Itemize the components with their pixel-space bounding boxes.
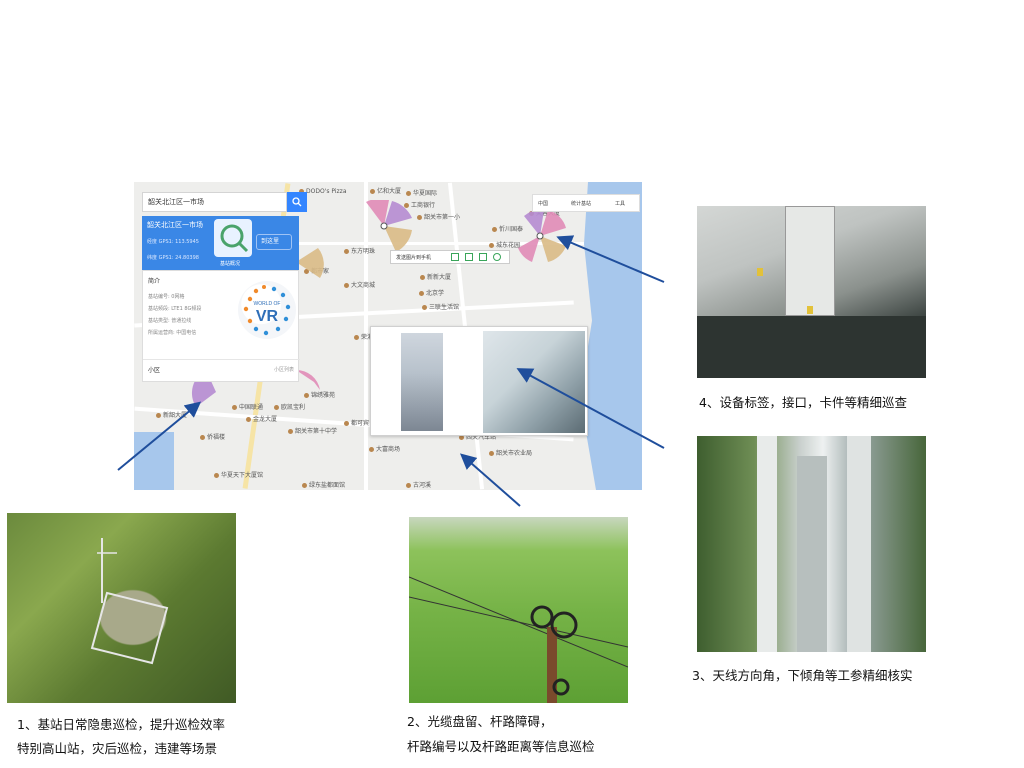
caption-2-line2: 杆路编号以及杆路距离等信息巡检 — [407, 739, 595, 754]
caption-1-line2: 特别高山站，灾后巡检，违建等场景 — [17, 741, 218, 756]
arrow-1 — [117, 401, 202, 471]
caption-2-line1: 2、光缆盘留、杆路障碍， — [407, 714, 553, 729]
caption-1-line1: 1、基站日常隐患巡检，提升巡检效率 — [17, 717, 225, 732]
caption-4: 4、设备标签，接口，卡件等精细巡查 — [699, 395, 907, 410]
arrow-4 — [556, 235, 665, 283]
arrow-2 — [459, 453, 521, 507]
annotation-arrows — [117, 235, 665, 507]
caption-3: 3、天线方向角，下倾角等工参精细核实 — [692, 668, 913, 683]
arrow-3 — [516, 368, 665, 449]
